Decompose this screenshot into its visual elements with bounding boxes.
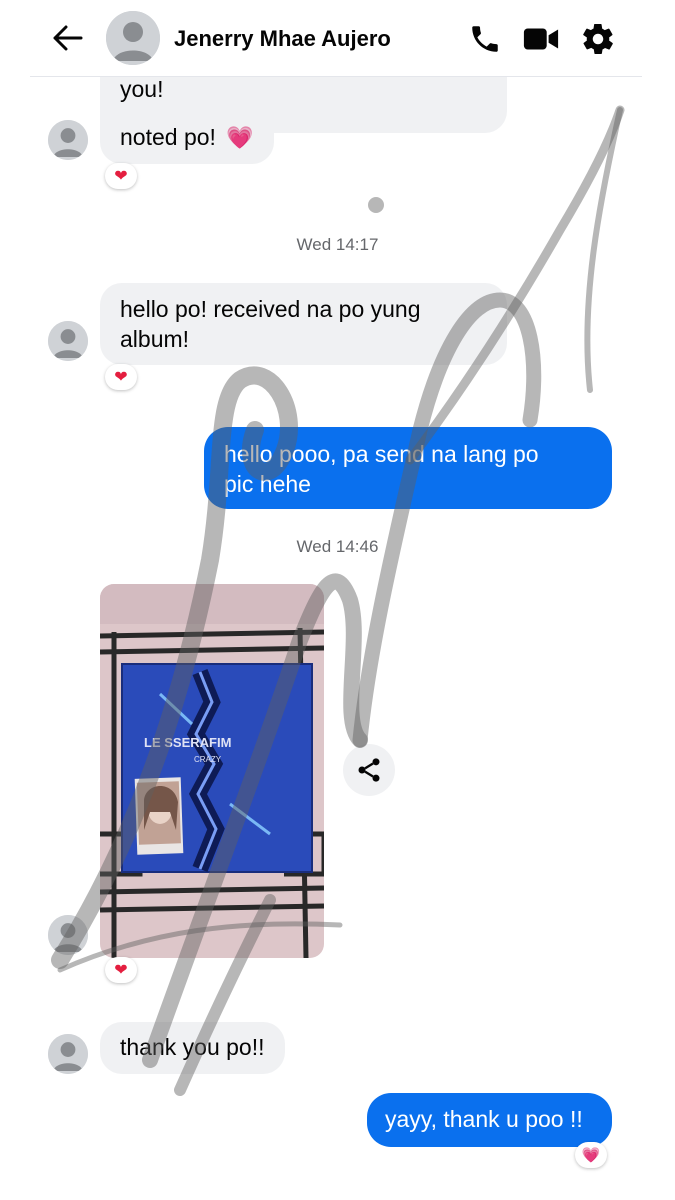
contact-avatar-small[interactable] [48, 120, 88, 160]
default-avatar-icon [48, 915, 88, 955]
contact-avatar-small[interactable] [48, 321, 88, 361]
incoming-message-bubble[interactable]: thank you po!! [100, 1022, 285, 1074]
contact-avatar[interactable] [106, 11, 160, 65]
default-avatar-icon [48, 1034, 88, 1074]
contact-avatar-small[interactable] [48, 915, 88, 955]
outgoing-message-bubble[interactable]: hello pooo, pa send na lang po pic hehe [204, 427, 612, 509]
contact-name[interactable]: Jenerry Mhae Aujero [174, 26, 391, 52]
voice-call-button[interactable] [466, 20, 504, 58]
heart-icon: ❤ [114, 168, 128, 185]
share-icon [358, 758, 380, 782]
messenger-chat-screen: Jenerry Mhae Aujero you! noted po! � [0, 0, 675, 1200]
default-avatar-icon [106, 11, 160, 65]
message-text: thank you po!! [120, 1034, 265, 1060]
settings-button[interactable] [579, 20, 617, 58]
shared-photo[interactable]: LE SSERAFIM CRAZY [100, 584, 324, 958]
pink-heart-icon: 💗 [581, 1147, 601, 1164]
heart-icon: ❤ [114, 962, 128, 979]
incoming-message-bubble[interactable]: noted po! 💗 [100, 112, 274, 164]
pink-heart-reaction[interactable]: 💗 [575, 1142, 607, 1168]
default-avatar-icon [48, 120, 88, 160]
message-text: noted po! [120, 124, 216, 150]
album-photo-image: LE SSERAFIM CRAZY [100, 584, 324, 958]
heart-reaction[interactable]: ❤ [105, 364, 137, 390]
message-text-line: album! [120, 326, 190, 352]
share-button[interactable] [343, 744, 395, 796]
gear-icon [583, 24, 613, 55]
default-avatar-icon [48, 321, 88, 361]
phone-icon [472, 26, 498, 52]
heart-reaction[interactable]: ❤ [105, 957, 137, 983]
incoming-message-bubble[interactable]: hello po! received na po yung album! [100, 283, 507, 365]
contact-avatar-small[interactable] [48, 1034, 88, 1074]
message-text: yayy, thank u poo !! [385, 1106, 583, 1132]
video-camera-icon [523, 28, 559, 50]
video-call-button[interactable] [522, 20, 560, 58]
message-text-line: hello po! received na po yung [120, 296, 421, 322]
back-button[interactable] [52, 20, 84, 56]
heart-reaction[interactable]: ❤ [105, 163, 137, 189]
outgoing-message-bubble[interactable]: yayy, thank u poo !! [367, 1093, 612, 1147]
message-text-line: hello pooo, pa send na lang po [224, 441, 539, 467]
chat-header: Jenerry Mhae Aujero [30, 0, 642, 77]
message-timestamp: Wed 14:17 [296, 235, 379, 254]
heart-icon: ❤ [114, 369, 128, 386]
message-timestamp: Wed 14:46 [296, 537, 379, 556]
pink-heart-emoji: 💗 [226, 125, 254, 150]
arrow-left-icon [53, 25, 83, 51]
message-text-line: pic hehe [224, 471, 311, 497]
message-text: you! [120, 76, 164, 102]
